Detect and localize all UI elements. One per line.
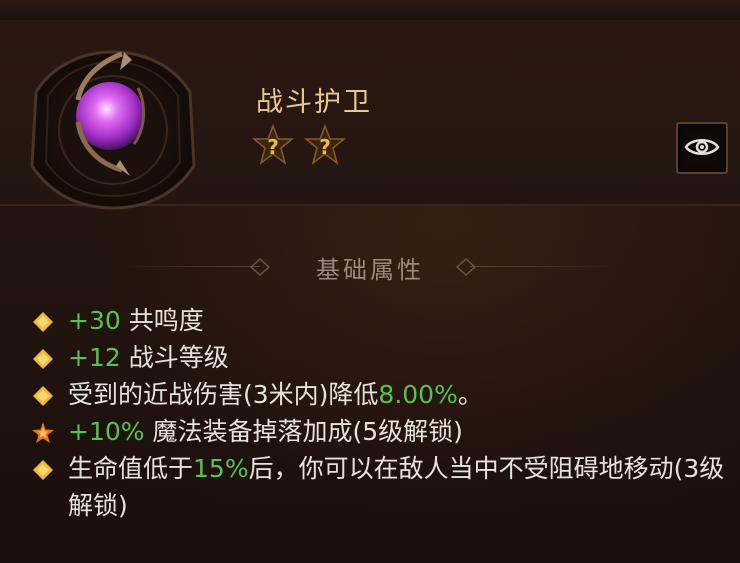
eye-icon: [684, 139, 720, 155]
diamond-bullet-icon: [33, 460, 53, 480]
item-tooltip-panel: 战斗护卫 ? ? 基础属性 +30 共鸣度 +12 战斗等级 受到的近战伤害(3…: [0, 0, 740, 563]
section-title: 基础属性: [316, 256, 424, 284]
diamond-bullet-icon: [33, 386, 53, 406]
attribute-row: 生命值低于15%后，你可以在敌人当中不受阻碍地移动(3级解锁): [26, 450, 726, 524]
star-rank-icon: ?: [304, 124, 346, 165]
attribute-row: +12 战斗等级: [26, 339, 726, 376]
inspect-button[interactable]: [676, 122, 728, 174]
attribute-value: +12: [68, 343, 121, 372]
top-bar: [0, 0, 740, 21]
attribute-row: +30 共鸣度: [26, 302, 726, 339]
attribute-text: 共鸣度: [120, 306, 204, 335]
attribute-list: +30 共鸣度 +12 战斗等级 受到的近战伤害(3米内)降低8.00%。 +1…: [26, 302, 726, 524]
attribute-text: 魔法装备掉落加成(5级解锁): [144, 417, 463, 446]
attribute-row: +10% 魔法装备掉落加成(5级解锁): [26, 413, 726, 450]
attribute-text: 受到的近战伤害(3米内)降低: [68, 380, 379, 409]
star-bullet-icon: [32, 422, 54, 443]
divider: [470, 266, 620, 267]
attribute-text: 生命值低于: [68, 454, 194, 483]
attribute-value: +10%: [68, 417, 145, 446]
attribute-value: 15%: [193, 454, 249, 483]
svg-text:?: ?: [319, 135, 331, 159]
purple-gem-icon: [75, 51, 145, 176]
attribute-value: 8.00%: [378, 380, 458, 409]
attribute-text: 战斗等级: [120, 343, 229, 372]
attribute-text: 。: [457, 380, 483, 409]
ornament-icon: [456, 258, 476, 276]
diamond-bullet-icon: [33, 312, 53, 332]
section-header: 基础属性: [0, 248, 740, 288]
attribute-value: +30: [68, 306, 121, 335]
svg-text:?: ?: [267, 135, 279, 159]
item-name: 战斗护卫: [256, 87, 372, 118]
star-rank: ? ?: [252, 124, 346, 166]
diamond-bullet-icon: [33, 349, 53, 369]
attribute-row: 受到的近战伤害(3米内)降低8.00%。: [26, 376, 726, 413]
item-header: 战斗护卫 ? ?: [0, 20, 740, 210]
star-rank-icon: ?: [252, 124, 294, 165]
